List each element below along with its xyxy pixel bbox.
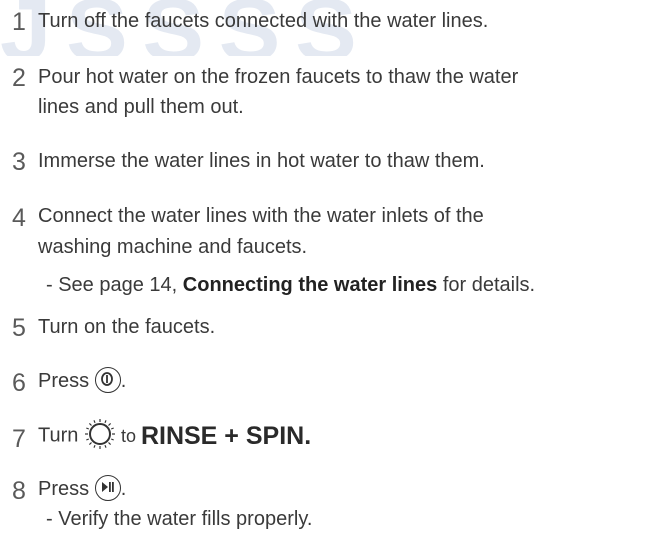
note-link-text: Connecting the water lines: [182, 274, 438, 296]
step-mid: to: [115, 426, 141, 446]
start-pause-icon: [94, 474, 121, 501]
step-number: 2: [12, 64, 26, 92]
step-prefix: Turn: [38, 424, 84, 447]
step-text-line1: Pour hot water on the frozen faucets to …: [38, 66, 519, 88]
note-suffix: for details.: [437, 274, 536, 296]
step-number: 7: [12, 425, 26, 453]
step-prefix: Press: [38, 370, 95, 392]
step-number: 1: [12, 8, 26, 36]
step-note: - Verify the water fills properly.: [46, 508, 313, 530]
power-icon: [94, 366, 121, 393]
step-number: 5: [12, 314, 26, 342]
step-text: Turn off the faucets connected with the …: [38, 10, 489, 32]
step-number: 6: [12, 369, 26, 397]
step-number: 4: [12, 204, 26, 232]
program-name: RINSE + SPIN.: [140, 422, 312, 450]
step-text-line2: lines and pull them out.: [38, 96, 244, 118]
step-text: Press .: [38, 474, 645, 504]
step-note: - See page 14, Connecting the water line…: [46, 270, 645, 300]
step-text: Turn to RINSE + SPIN.: [38, 418, 645, 452]
step-suffix: .: [120, 370, 127, 392]
step-number: 8: [12, 477, 26, 505]
step-text: Immerse the water lines in hot water to …: [38, 150, 485, 172]
step-prefix: Press: [38, 478, 95, 500]
step-text: Turn on the faucets.: [38, 316, 216, 338]
step-text: Press .: [38, 366, 645, 396]
step-text-line1: Connect the water lines with the water i…: [38, 205, 484, 227]
program-dial-icon: [84, 418, 116, 450]
step-text-line2: washing machine and faucets.: [38, 236, 308, 258]
step-number: 3: [12, 148, 26, 176]
note-prefix: - See page 14,: [46, 274, 183, 296]
step-suffix: .: [120, 478, 127, 500]
